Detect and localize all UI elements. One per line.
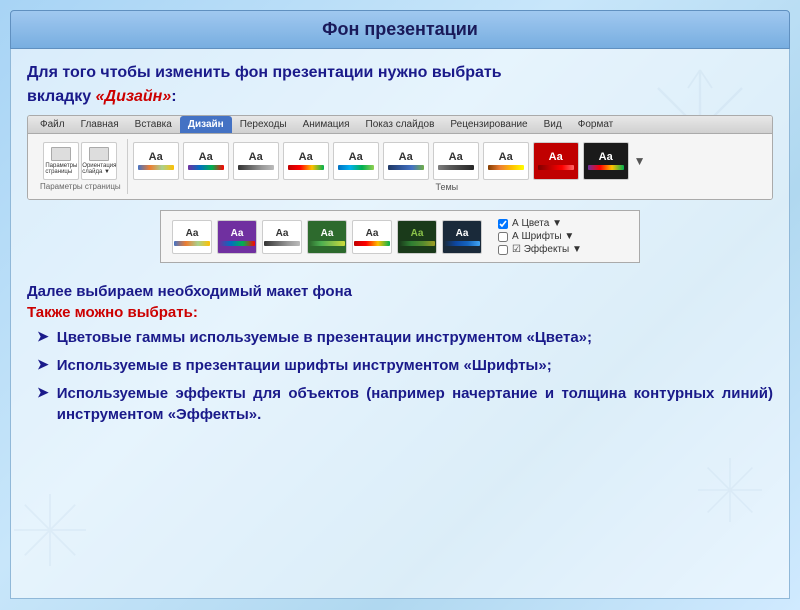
page-title: Фон презентации [322, 19, 478, 39]
bullet-arrow-2: ➤ [37, 356, 49, 373]
tab-insert[interactable]: Вставка [127, 116, 180, 133]
bullet-item-1: ➤ Цветовые гаммы используемые в презента… [37, 327, 773, 349]
theme-picker-1[interactable]: Aa [172, 220, 212, 254]
tab-design[interactable]: Дизайн [180, 116, 232, 133]
bullet-item-3: ➤ Используемые эффекты для объектов (нап… [37, 383, 773, 427]
colors-item[interactable]: А Цвета ▼ [494, 217, 566, 230]
ribbon-icon-group: Параметрыстраницы Ориентацияслайда ▼ [43, 142, 117, 180]
themes-row: Aa Aa Aa Aa [132, 142, 762, 180]
bullet-text-2: Используемые в презентации шрифты инстру… [57, 355, 773, 377]
tab-slideshow[interactable]: Показ слайдов [358, 116, 443, 133]
intro-paragraph: Для того чтобы изменить фон презентации … [27, 61, 773, 109]
side-panel: А Цвета ▼ А Шрифты ▼ ☑ Эффекты ▼ [494, 217, 586, 256]
bullet-item-2: ➤ Используемые в презентации шрифты инст… [37, 355, 773, 377]
theme-picker-5[interactable]: Aa [352, 220, 392, 254]
intro-line2-plain: вкладку [27, 88, 96, 105]
second-ribbon: Aa Aa Aa Aa Aa [160, 210, 640, 263]
effects-item[interactable]: ☑ Эффекты ▼ [494, 243, 586, 256]
fonts-label: А Шрифты ▼ [512, 231, 574, 242]
effects-checkbox[interactable] [498, 245, 508, 255]
page-setup-label: Параметры страницы [40, 182, 121, 191]
section-text: Далее выбираем необходимый макет фона [27, 283, 773, 300]
themes-label: Темы [132, 182, 762, 192]
theme-2[interactable]: Aa [183, 142, 229, 180]
tab-format[interactable]: Формат [570, 116, 622, 133]
theme-picker-2[interactable]: Aa [217, 220, 257, 254]
page-setup-button[interactable]: Параметрыстраницы [43, 142, 79, 180]
title-bar: Фон презентации [10, 10, 790, 49]
theme-7[interactable]: Aa [433, 142, 479, 180]
bullet-list: ➤ Цветовые гаммы используемые в презента… [27, 327, 773, 426]
ribbon-page-setup: Параметрыстраницы Ориентацияслайда ▼ Пар… [34, 139, 128, 194]
theme-picker-3[interactable]: Aa [262, 220, 302, 254]
tab-view[interactable]: Вид [536, 116, 570, 133]
tab-home[interactable]: Главная [73, 116, 127, 133]
effects-label: ☑ Эффекты ▼ [512, 244, 582, 255]
theme-5[interactable]: Aa [333, 142, 379, 180]
fonts-checkbox[interactable] [498, 232, 508, 242]
theme-3[interactable]: Aa [233, 142, 279, 180]
main-container: Фон презентации Для того чтобы изменить … [10, 10, 790, 599]
ribbon-body: Параметрыстраницы Ориентацияслайда ▼ Пар… [28, 134, 772, 199]
content-area: Для того чтобы изменить фон презентации … [10, 49, 790, 599]
ribbon: Файл Главная Вставка Дизайн Переходы Ани… [27, 115, 773, 200]
colors-checkbox[interactable] [498, 219, 508, 229]
intro-line2-end: : [171, 88, 176, 105]
theme-dark[interactable]: Aa [583, 142, 629, 180]
theme-1[interactable]: Aa [133, 142, 179, 180]
intro-highlight: «Дизайн» [96, 88, 172, 105]
tab-file[interactable]: Файл [32, 116, 73, 133]
bullet-arrow-1: ➤ [37, 328, 49, 345]
colors-label: А Цвета ▼ [512, 218, 562, 229]
tab-animation[interactable]: Анимация [295, 116, 358, 133]
themes-section: Aa Aa Aa Aa [128, 142, 766, 192]
theme-red[interactable]: Aa [533, 142, 579, 180]
theme-4[interactable]: Aa [283, 142, 329, 180]
ribbon-tabs: Файл Главная Вставка Дизайн Переходы Ани… [28, 116, 772, 134]
themes-dropdown-arrow[interactable]: ▼ [634, 154, 646, 168]
fonts-item[interactable]: А Шрифты ▼ [494, 230, 578, 243]
tab-transitions[interactable]: Переходы [232, 116, 295, 133]
theme-picker-4[interactable]: Aa [307, 220, 347, 254]
theme-picker-7[interactable]: Aa [442, 220, 482, 254]
slide-orientation-button[interactable]: Ориентацияслайда ▼ [81, 142, 117, 180]
theme-6[interactable]: Aa [383, 142, 429, 180]
theme-picker-wrapper: Aa Aa Aa Aa Aa [27, 210, 773, 273]
bullet-text-1: Цветовые гаммы используемые в презентаци… [57, 327, 773, 349]
intro-line1: Для того чтобы изменить фон презентации … [27, 64, 502, 81]
tab-review[interactable]: Рецензирование [442, 116, 535, 133]
theme-picker-6[interactable]: Aa [397, 220, 437, 254]
also-text: Также можно выбрать: [27, 304, 773, 321]
bullet-text-3: Используемые эффекты для объектов (напри… [57, 383, 773, 427]
bullet-arrow-3: ➤ [37, 384, 49, 401]
theme-8[interactable]: Aa [483, 142, 529, 180]
